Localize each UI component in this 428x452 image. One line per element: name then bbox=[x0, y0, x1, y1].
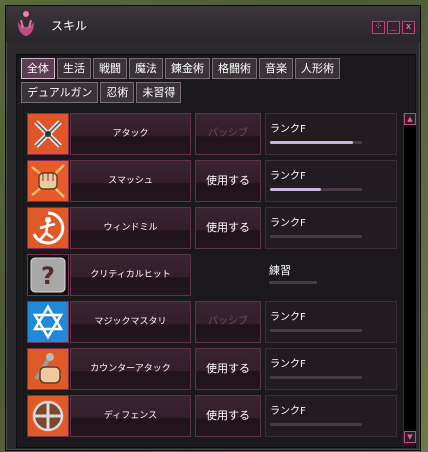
skill-row: カウンターアタック 使用する ランクF bbox=[27, 348, 399, 390]
tab-ninja[interactable]: 忍術 bbox=[100, 82, 135, 103]
skill-rank: ランクF bbox=[270, 218, 306, 229]
skill-name-button[interactable]: カウンターアタック bbox=[70, 348, 191, 390]
skill-name-button[interactable]: ウィンドミル bbox=[70, 207, 191, 249]
tab-unlearned[interactable]: 未習得 bbox=[136, 82, 182, 103]
shield-icon[interactable] bbox=[27, 395, 69, 437]
skill-row: ウィンドミル 使用する ランクF bbox=[27, 207, 399, 249]
skill-progress-bar bbox=[270, 188, 362, 191]
skill-action-button[interactable]: 使用する bbox=[195, 207, 261, 249]
tab-combat[interactable]: 戦闘 bbox=[93, 58, 127, 79]
tab-fighter[interactable]: 格闘術 bbox=[212, 58, 257, 79]
title-bar[interactable]: スキル ⁘ _ x bbox=[6, 6, 420, 42]
skill-progress-bar bbox=[269, 281, 317, 284]
close-button[interactable]: x bbox=[402, 21, 415, 34]
windmill-icon[interactable] bbox=[27, 207, 69, 249]
skill-rank-panel: ランクF bbox=[265, 113, 397, 155]
tab-life[interactable]: 生活 bbox=[57, 58, 91, 79]
resize-button[interactable]: ⁘ bbox=[372, 21, 385, 34]
skill-action-button[interactable]: 使用する bbox=[195, 348, 261, 390]
skill-progress-bar bbox=[270, 235, 362, 238]
skill-row: アタック パッシブ ランクF bbox=[27, 113, 399, 155]
tab-all[interactable]: 全体 bbox=[21, 58, 55, 79]
fist-icon[interactable] bbox=[27, 160, 69, 202]
skill-emblem-icon bbox=[18, 11, 34, 36]
skill-name-button[interactable]: アタック bbox=[70, 113, 191, 155]
tab-music[interactable]: 音楽 bbox=[259, 58, 293, 79]
scroll-down-icon[interactable]: ▼ bbox=[404, 431, 416, 443]
skill-rank: 練習 bbox=[269, 264, 291, 277]
skill-progress-bar bbox=[270, 141, 362, 144]
skill-rank: ランクF bbox=[270, 359, 306, 370]
window-title: スキル bbox=[51, 19, 88, 33]
skill-rank-panel: ランクF bbox=[265, 160, 397, 202]
skill-action-button[interactable]: 使用する bbox=[195, 395, 261, 437]
skill-row: スマッシュ 使用する ランクF bbox=[27, 160, 399, 202]
skill-rank: ランクF bbox=[270, 124, 306, 135]
skill-action-button: パッシブ bbox=[195, 301, 261, 343]
tab-dual-gun[interactable]: デュアルガン bbox=[21, 82, 99, 103]
tab-alchemy[interactable]: 錬金術 bbox=[165, 58, 210, 79]
tab-magic[interactable]: 魔法 bbox=[129, 58, 163, 79]
skill-category-tabs: 全体 生活 戦闘 魔法 錬金術 格闘術 音楽 人形術 デュアルガン 忍術 未習得 bbox=[21, 58, 413, 106]
skill-list-scrollbar[interactable]: ▲ ▼ bbox=[403, 113, 416, 443]
scroll-up-icon[interactable]: ▲ bbox=[404, 113, 416, 125]
skill-action-button[interactable]: 使用する bbox=[195, 160, 261, 202]
skill-rank-panel: ランクF bbox=[265, 207, 397, 249]
skill-row: ? クリティカルヒット 練習 bbox=[27, 254, 399, 296]
skill-rank-panel: 練習 bbox=[265, 254, 397, 296]
minimize-button[interactable]: _ bbox=[387, 21, 400, 34]
question-icon[interactable]: ? bbox=[27, 254, 69, 296]
skill-progress-bar bbox=[270, 376, 362, 379]
skill-window: スキル ⁘ _ x 全体 生活 戦闘 魔法 錬金術 格闘術 音楽 人形術 デュア… bbox=[5, 5, 421, 451]
skill-name-button[interactable]: クリティカルヒット bbox=[70, 254, 191, 296]
skill-row: ディフェンス 使用する ランクF bbox=[27, 395, 399, 437]
skill-progress-bar bbox=[270, 329, 362, 332]
counter-fist-icon[interactable] bbox=[27, 348, 69, 390]
skill-name-button[interactable]: ディフェンス bbox=[70, 395, 191, 437]
hexagram-icon[interactable] bbox=[27, 301, 69, 343]
skill-row: マジックマスタリ パッシブ ランクF bbox=[27, 301, 399, 343]
skill-action-button: パッシブ bbox=[195, 113, 261, 155]
skill-panel: 全体 生活 戦闘 魔法 錬金術 格闘術 音楽 人形術 デュアルガン 忍術 未習得 bbox=[16, 54, 416, 448]
skill-progress-bar bbox=[270, 423, 362, 426]
skill-rank-panel: ランクF bbox=[265, 348, 397, 390]
skill-name-button[interactable]: マジックマスタリ bbox=[70, 301, 191, 343]
skill-rank: ランクF bbox=[270, 171, 306, 182]
skill-name-button[interactable]: スマッシュ bbox=[70, 160, 191, 202]
svg-text:?: ? bbox=[41, 262, 55, 290]
skill-list: アタック パッシブ ランクF スマッシュ 使用する ランクF ウィンドミル 使用… bbox=[27, 113, 399, 443]
tab-puppetry[interactable]: 人形術 bbox=[295, 58, 340, 79]
crossed-swords-icon[interactable] bbox=[27, 113, 69, 155]
skill-rank-panel: ランクF bbox=[265, 395, 397, 437]
skill-rank: ランクF bbox=[270, 312, 306, 323]
skill-rank-panel: ランクF bbox=[265, 301, 397, 343]
skill-rank: ランクF bbox=[270, 406, 306, 417]
